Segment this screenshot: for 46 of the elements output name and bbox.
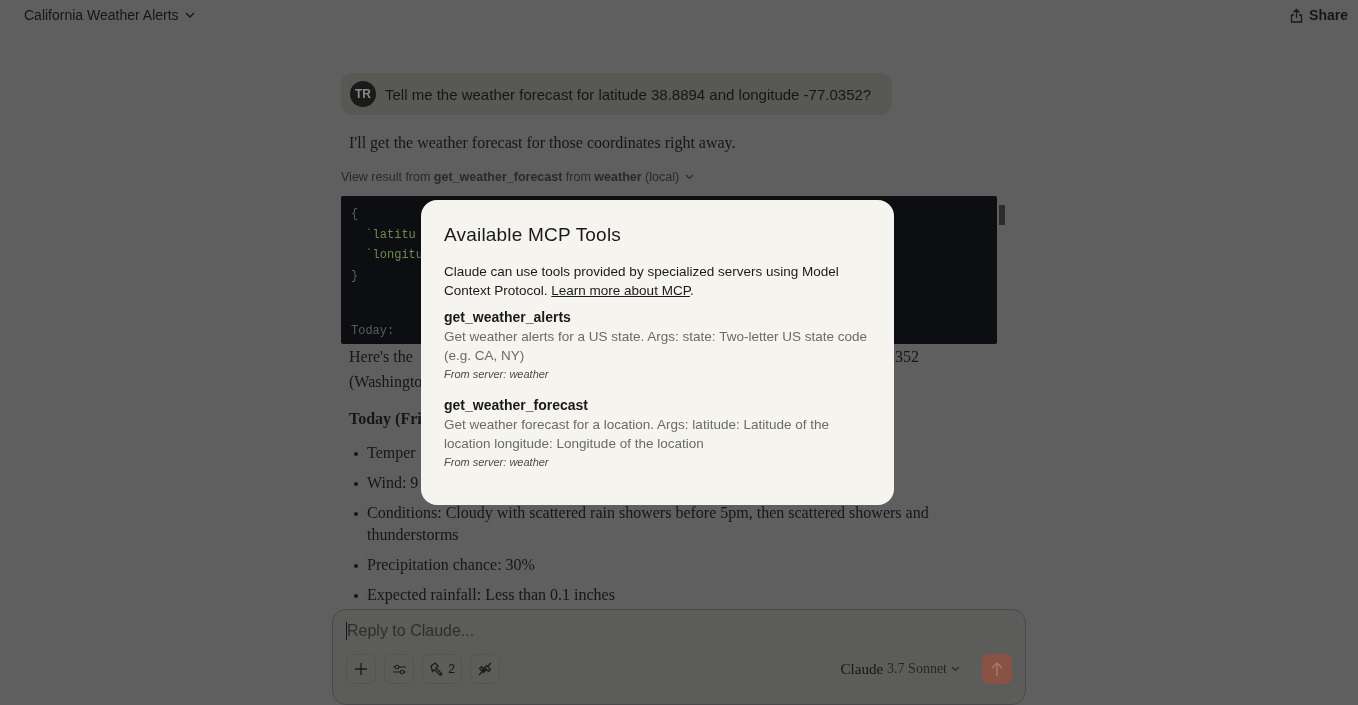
- learn-more-link[interactable]: Learn more about MCP: [551, 283, 690, 298]
- plug-icon: [478, 662, 492, 676]
- avatar: TR: [350, 81, 376, 107]
- tools-button[interactable]: 2: [422, 654, 462, 684]
- settings-button[interactable]: [384, 654, 414, 684]
- tool-description: Get weather forecast for a location. Args: latitude: Latitude of the location longitude: Longitude of the location: [444, 416, 830, 453]
- bullet-text: Expected rainfall: Less than 0.1 inches: [367, 585, 615, 606]
- bullet-dot: [354, 594, 358, 598]
- connect-button[interactable]: [470, 654, 500, 684]
- send-button[interactable]: [982, 654, 1012, 684]
- tool-description: Get weather alerts for a US state. Args: state: Two-letter US state code (e.g. CA, NY): [444, 328, 868, 365]
- arrow-up-icon: [991, 662, 1003, 676]
- message-text: Tell me the weather forecast for latitude 38.8894 and longitude -77.0352?: [385, 85, 872, 103]
- bullet-text: Precipitation chance: 30%: [367, 555, 535, 576]
- bullet-dot: [354, 564, 358, 568]
- code-line: }: [351, 267, 359, 285]
- code-line: `latitu: [364, 226, 416, 244]
- bullet-dot: [354, 512, 358, 516]
- forecast-heading: Today (Fri: [349, 409, 422, 430]
- code-line: Today:: [351, 323, 395, 340]
- bullet-text: Conditions: Cloudy with scattered rain showers before 5pm, then scattered showers and thunderstorms: [367, 503, 930, 545]
- tool-name: get_weather_alerts: [444, 308, 572, 327]
- conversation-title[interactable]: California Weather Alerts: [24, 7, 195, 23]
- share-button[interactable]: Share: [1290, 7, 1348, 23]
- response-text: (Washingto: [349, 372, 423, 393]
- chevron-down-icon: [951, 666, 960, 672]
- chevron-down-icon: [685, 174, 695, 180]
- dialog-title: Available MCP Tools: [444, 224, 622, 246]
- code-line: {: [351, 206, 359, 223]
- tool-server: From server: weather: [444, 368, 550, 380]
- plus-icon: [355, 663, 367, 675]
- bullet-text: Wind: 9: [367, 473, 419, 493]
- share-icon: [1290, 7, 1304, 23]
- bullet-text: Temper: [367, 443, 416, 464]
- assistant-text: I'll get the weather forecast for those coordinates right away.: [349, 134, 737, 152]
- hammer-icon: [429, 662, 445, 676]
- tool-server: From server: weather: [444, 456, 550, 468]
- tool-name: get_weather_forecast: [444, 396, 589, 415]
- add-button[interactable]: [346, 654, 376, 684]
- sliders-icon: [392, 663, 406, 675]
- dialog-description: Claude can use tools provided by specialized servers using Model Context Protocol. Learn more about MCP.: [444, 263, 840, 300]
- bullet-dot: [354, 452, 358, 456]
- response-text: Here's the: [349, 347, 413, 367]
- chevron-down-icon: [184, 12, 195, 18]
- bullet-dot: [354, 482, 358, 486]
- response-text: 352: [895, 347, 919, 367]
